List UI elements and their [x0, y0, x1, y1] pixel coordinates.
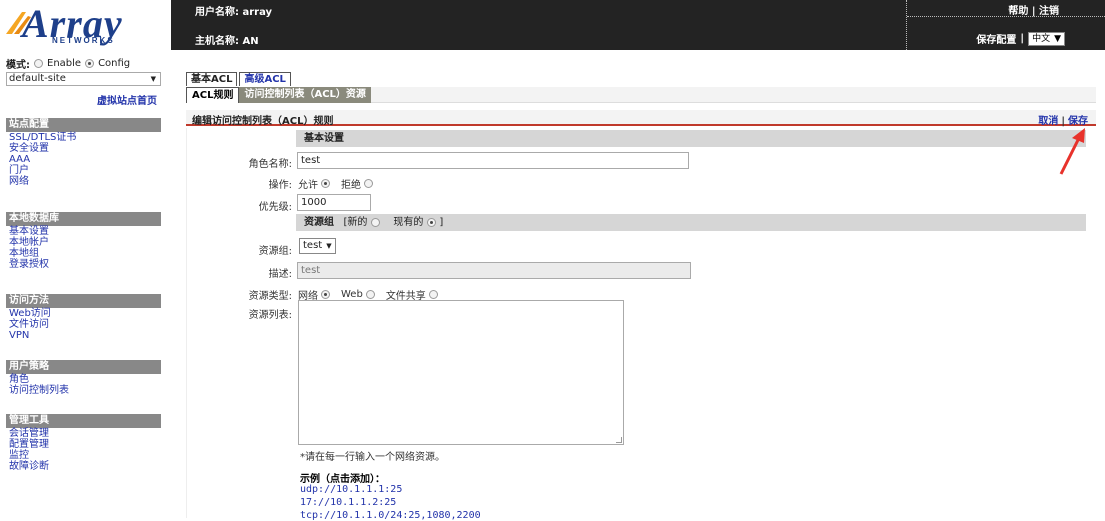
role-name-label: 角色名称:	[248, 159, 292, 170]
nav-section-access-methods: 访问方法 Web访问 文件访问 VPN	[6, 294, 161, 341]
resource-group-label: 资源组:	[258, 246, 292, 257]
mode-config-radio[interactable]	[85, 59, 95, 68]
sidebar: 模式: Enable Config default-site ▼ 虚拟站点首页 …	[0, 50, 163, 518]
user-name: 用户名称: array	[195, 7, 273, 18]
sidebar-item-sessions[interactable]: 会话管理	[6, 428, 161, 439]
top-bar: 用户名称: array 主机名称: AN 帮助 | 注销 保存配置 | 中文 ▼	[171, 0, 1105, 50]
priority-input[interactable]: 1000	[297, 194, 371, 211]
site-select[interactable]: default-site ▼	[6, 72, 161, 86]
tab-advanced-acl[interactable]: 高级ACL	[239, 72, 291, 86]
sidebar-item-acl[interactable]: 访问控制列表	[6, 385, 161, 396]
sub-tab-strip: ACL规则 访问控制列表（ACL）资源	[186, 87, 1096, 103]
example-link[interactable]: 17://10.1.1.2:25	[300, 497, 396, 508]
help-logout: 帮助 | 注销	[1008, 6, 1059, 17]
chevron-down-icon: ▼	[326, 242, 332, 250]
sidebar-item-web-access[interactable]: Web访问	[6, 308, 161, 319]
language-select[interactable]: 中文 ▼	[1028, 31, 1065, 46]
resgroup-new-radio[interactable]	[370, 217, 380, 227]
action-label: 操作:	[268, 180, 292, 191]
resource-group-select[interactable]: test ▼	[299, 238, 336, 254]
sidebar-item-diagnostics[interactable]: 故障诊断	[6, 461, 161, 472]
description-input[interactable]: test	[297, 262, 691, 279]
action-allow-radio[interactable]	[321, 179, 330, 188]
nav-section-admin-tools: 管理工具 会话管理 配置管理 监控 故障诊断	[6, 414, 161, 472]
panel-title: 编辑访问控制列表（ACL）规则	[192, 116, 334, 127]
annotation-arrow-icon	[1059, 128, 1085, 175]
nav-section-local-db: 本地数据库 基本设置 本地帐户 本地组 登录授权	[6, 212, 161, 270]
sidebar-item-network[interactable]: 网络	[6, 176, 161, 187]
sidebar-item-monitor[interactable]: 监控	[6, 450, 161, 461]
top-divider-horizontal	[907, 16, 1105, 17]
nav-section-title: 用户策略	[6, 360, 161, 374]
sidebar-item-basic-settings[interactable]: 基本设置	[6, 226, 161, 237]
resource-list-textarea[interactable]	[298, 300, 624, 445]
sidebar-item-security[interactable]: 安全设置	[6, 143, 161, 154]
nav-section-title: 访问方法	[6, 294, 161, 308]
sidebar-item-portal[interactable]: 门户	[6, 165, 161, 176]
sidebar-item-roles[interactable]: 角色	[6, 374, 161, 385]
sidebar-item-aaa[interactable]: AAA	[6, 154, 161, 165]
host-name: 主机名称: AN	[195, 36, 259, 47]
rule-form: 基本设置 角色名称: test 操作: 允许 拒绝 优先级: 1000 资源组 …	[186, 128, 1096, 521]
action-deny-label: 拒绝	[341, 180, 361, 191]
main-content: 基本ACL 高级ACL ACL规则 访问控制列表（ACL）资源 编辑访问控制列表…	[186, 72, 1096, 521]
top-divider	[906, 0, 907, 50]
nav-section-user-policy: 用户策略 角色 访问控制列表	[6, 360, 161, 396]
logout-link[interactable]: 注销	[1039, 6, 1059, 17]
cancel-button[interactable]: 取消	[1038, 116, 1058, 127]
sidebar-item-login-auth[interactable]: 登录授权	[6, 259, 161, 270]
sub-tabs: ACL规则 访问控制列表（ACL）资源	[186, 87, 371, 103]
mode-switch: 模式: Enable Config	[6, 56, 130, 71]
nav-section-title: 管理工具	[6, 414, 161, 428]
sidebar-item-file-access[interactable]: 文件访问	[6, 319, 161, 330]
panel-header: 编辑访问控制列表（ACL）规则 取消 | 保存	[186, 110, 1096, 127]
save-language-bar: 保存配置 | 中文 ▼	[976, 31, 1065, 46]
role-name-input[interactable]: test	[297, 152, 689, 169]
tab-acl-rules[interactable]: ACL规则	[186, 87, 240, 103]
array-networks-logo: Array NETWORKS	[0, 0, 170, 50]
restype-web-radio[interactable]	[365, 290, 375, 299]
example-title: 示例（点击添加）：	[300, 474, 385, 485]
nav-section-title: 站点配置	[6, 118, 161, 132]
example-link[interactable]: tcp://10.1.1.0/24:25,1080,2200	[300, 510, 481, 521]
nav-section-title: 本地数据库	[6, 212, 161, 226]
basic-settings-header: 基本设置	[296, 130, 1086, 147]
nav-section-site-config: 站点配置 SSL/DTLS证书 安全设置 AAA 门户 网络	[6, 118, 161, 187]
resource-type-label: 资源类型:	[248, 291, 292, 302]
action-allow-label: 允许	[298, 180, 318, 191]
save-config-link[interactable]: 保存配置	[976, 31, 1016, 46]
help-link[interactable]: 帮助	[1008, 6, 1028, 17]
virtual-site-home-link[interactable]: 虚拟站点首页	[97, 92, 157, 107]
priority-label: 优先级:	[258, 202, 292, 213]
resource-list-label: 资源列表:	[248, 310, 292, 321]
restype-fileshare-radio[interactable]	[428, 290, 438, 299]
mode-enable-radio[interactable]	[34, 59, 43, 68]
acl-type-tabs: 基本ACL 高级ACL	[186, 72, 291, 86]
chevron-down-icon: ▼	[1054, 33, 1061, 44]
panel-actions: 取消 | 保存	[1038, 116, 1088, 127]
header: Array NETWORKS 用户名称: array 主机名称: AN 帮助 |…	[0, 0, 1105, 50]
mode-enable-label: Enable	[47, 58, 82, 69]
mode-label: 模式:	[6, 60, 30, 71]
resize-grip-icon[interactable]	[616, 437, 622, 443]
sidebar-item-local-accounts[interactable]: 本地帐户	[6, 237, 161, 248]
resource-hint: *请在每一行输入一个网络资源。	[300, 452, 445, 463]
tab-acl-resources[interactable]: 访问控制列表（ACL）资源	[239, 87, 371, 103]
example-link[interactable]: udp://10.1.1.1:25	[300, 484, 402, 495]
action-deny-radio[interactable]	[364, 179, 373, 188]
sidebar-item-local-groups[interactable]: 本地组	[6, 248, 161, 259]
tab-basic-acl[interactable]: 基本ACL	[186, 72, 238, 86]
restype-network-radio[interactable]	[321, 290, 330, 299]
sidebar-item-ssl-cert[interactable]: SSL/DTLS证书	[6, 132, 161, 143]
description-label: 描述:	[268, 269, 292, 280]
action-radio-group: 允许 拒绝	[298, 176, 373, 191]
mode-config-label: Config	[98, 58, 131, 69]
chevron-down-icon: ▼	[150, 75, 156, 83]
sidebar-item-config-mgmt[interactable]: 配置管理	[6, 439, 161, 450]
logo-subtitle: NETWORKS	[52, 36, 115, 45]
sidebar-item-vpn[interactable]: VPN	[6, 330, 161, 341]
resgroup-existing-radio[interactable]	[426, 217, 436, 227]
resource-group-header: 资源组 [新的 现有的 ]	[296, 214, 1086, 231]
